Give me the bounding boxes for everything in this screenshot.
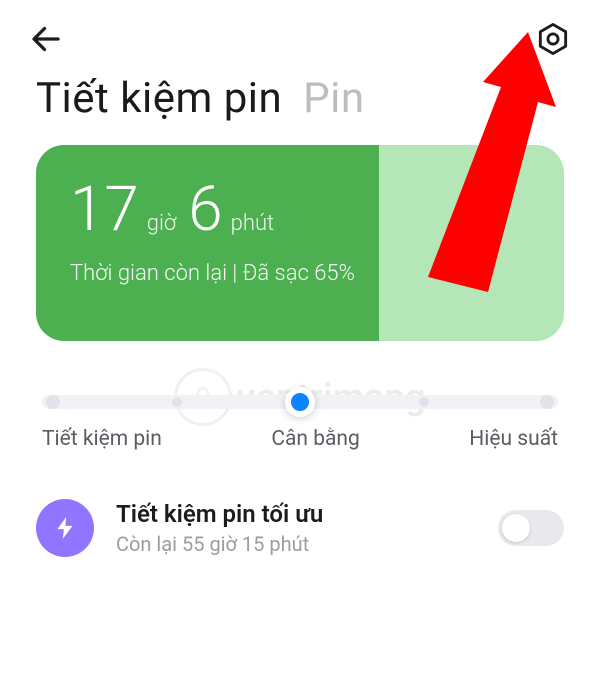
slider-stop-left xyxy=(46,395,60,409)
option-title: Tiết kiệm pin tối ưu xyxy=(116,500,476,528)
title-sub: Pin xyxy=(303,74,364,123)
bolt-icon xyxy=(36,499,94,557)
minutes-unit: phút xyxy=(231,211,274,236)
page-title: Tiết kiệm pin Pin xyxy=(36,74,564,123)
title-main: Tiết kiệm pin xyxy=(36,74,282,123)
back-icon[interactable] xyxy=(28,21,64,57)
slider-stop-right xyxy=(540,395,554,409)
slider-label-left: Tiết kiệm pin xyxy=(42,427,162,451)
battery-card[interactable]: 17 giờ 6 phút Thời gian còn lại | Đã sạc… xyxy=(36,145,564,341)
time-remaining: 17 giờ 6 phút xyxy=(70,179,530,241)
slider-stop-mid-left xyxy=(172,397,182,407)
performance-mode-slider[interactable] xyxy=(42,395,558,409)
optimal-battery-row[interactable]: Tiết kiệm pin tối ưu Còn lại 55 giờ 15 p… xyxy=(36,499,564,557)
slider-thumb[interactable] xyxy=(285,387,315,417)
slider-label-center: Cân bằng xyxy=(271,427,360,451)
hours-unit: giờ xyxy=(147,211,176,236)
slider-label-right: Hiệu suất xyxy=(469,427,558,451)
hours-value: 17 xyxy=(70,179,139,241)
option-subtitle: Còn lại 55 giờ 15 phút xyxy=(116,532,476,556)
settings-gear-icon[interactable] xyxy=(534,20,572,58)
slider-labels: Tiết kiệm pin Cân bằng Hiệu suất xyxy=(42,427,558,451)
battery-status: Thời gian còn lại | Đã sạc 65% xyxy=(70,261,530,286)
slider-stop-mid-right xyxy=(419,397,429,407)
optimal-toggle[interactable] xyxy=(498,510,564,546)
minutes-value: 6 xyxy=(188,179,222,241)
